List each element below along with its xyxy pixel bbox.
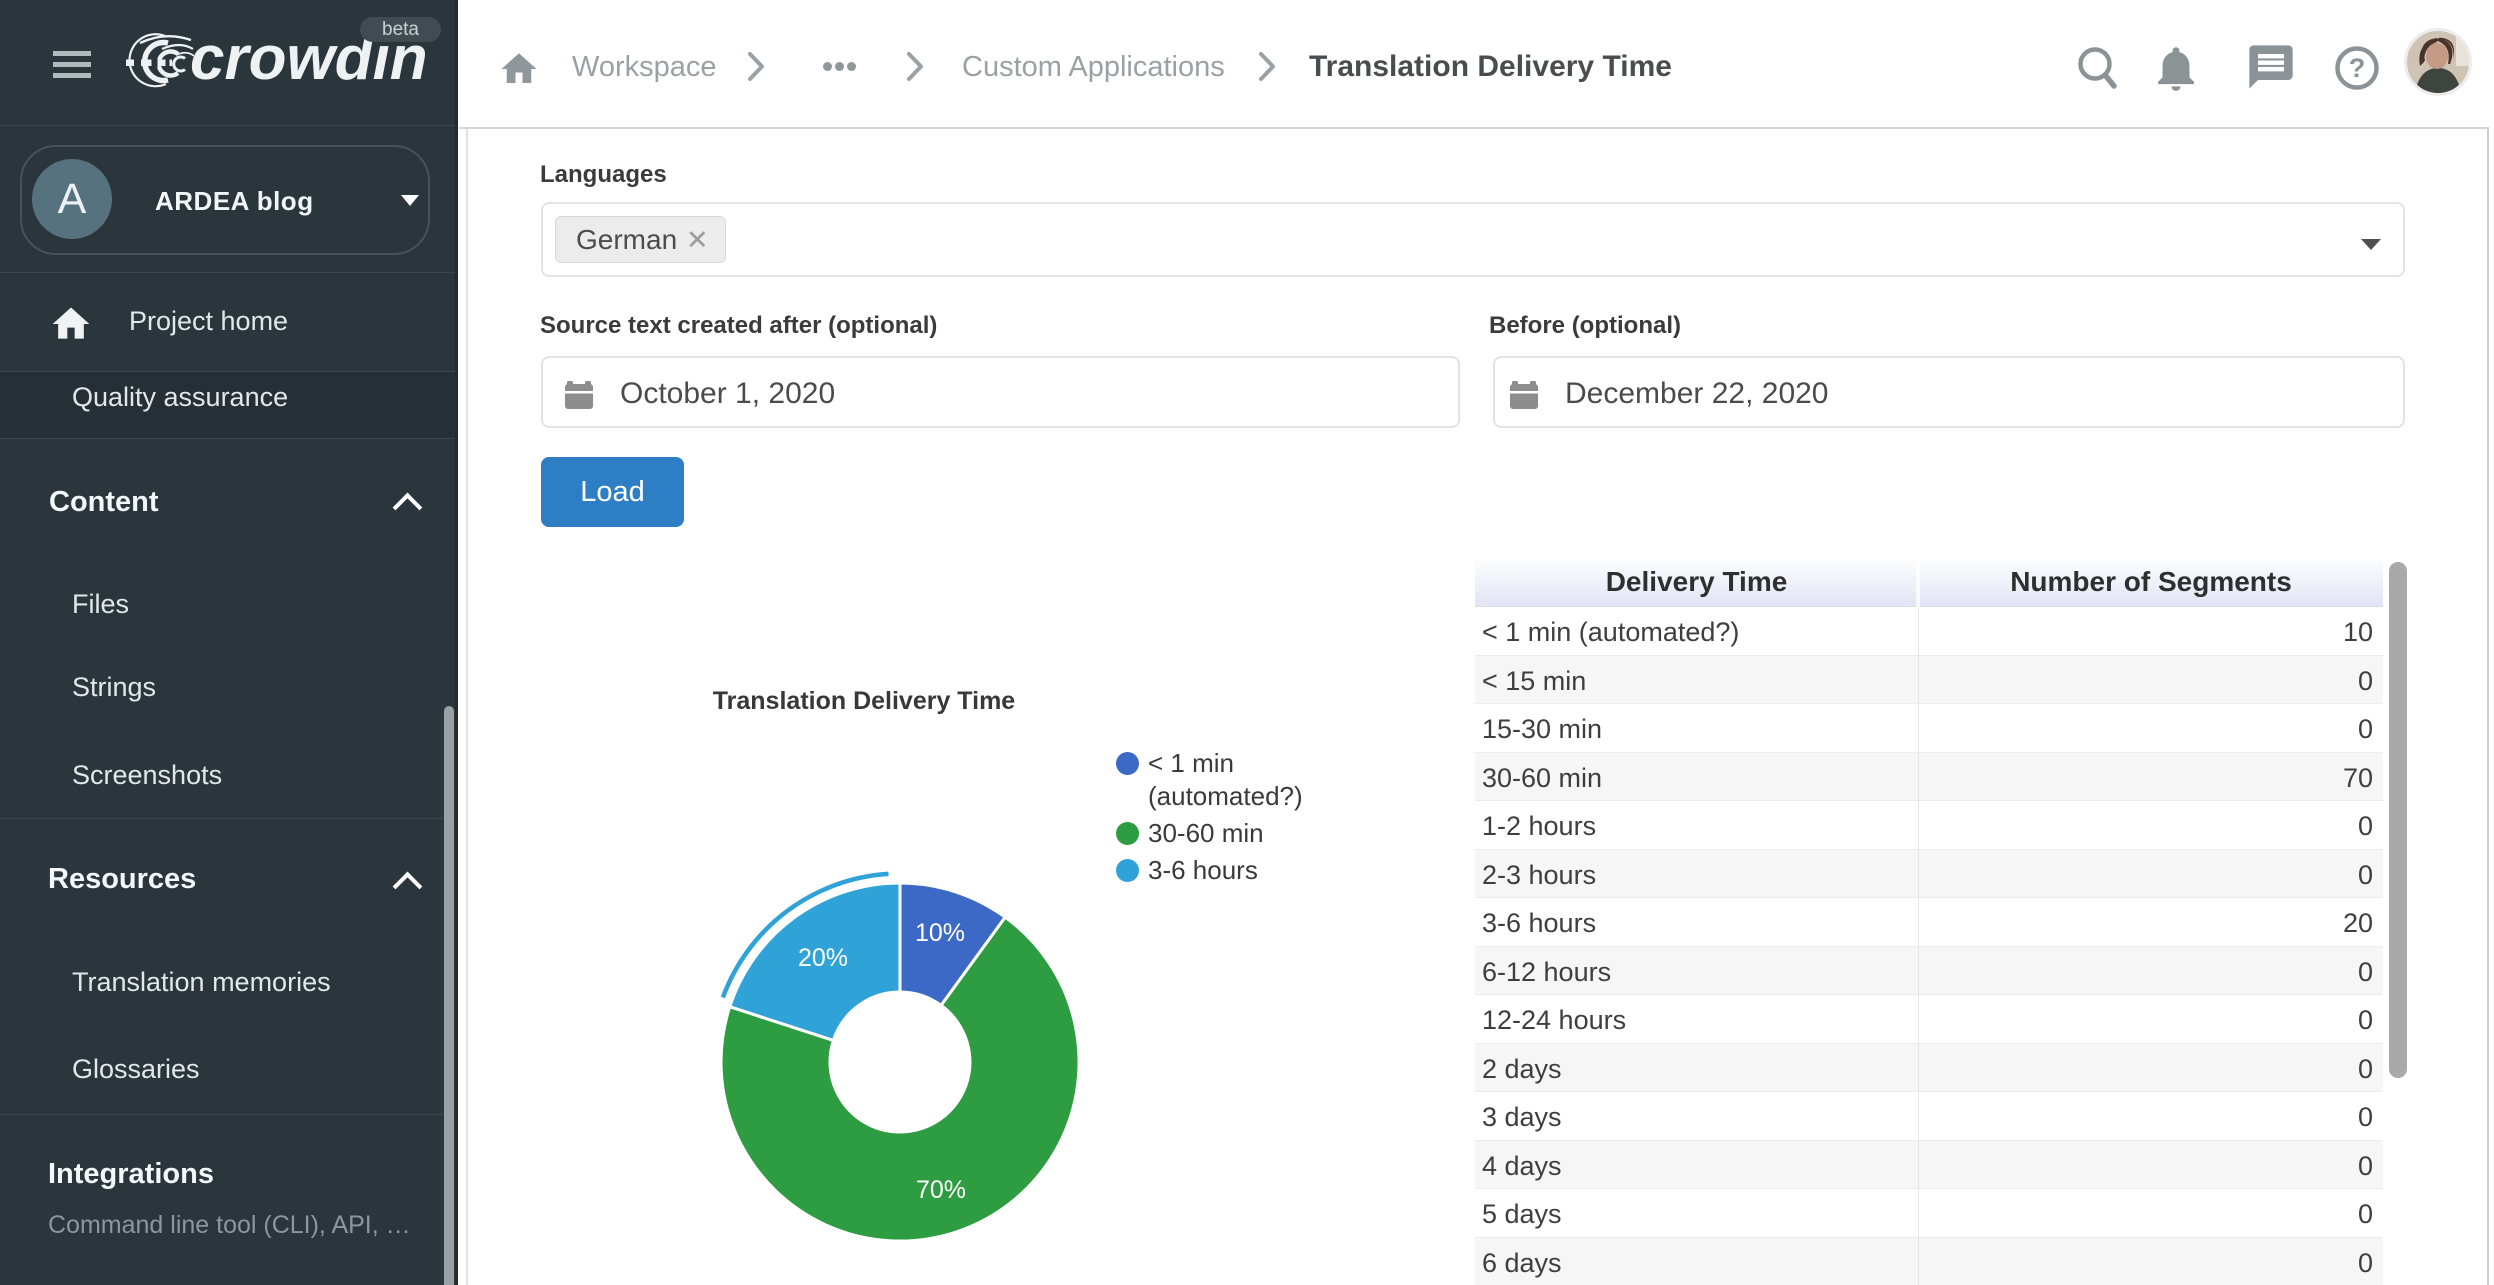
- svg-text:?: ?: [2349, 53, 2366, 83]
